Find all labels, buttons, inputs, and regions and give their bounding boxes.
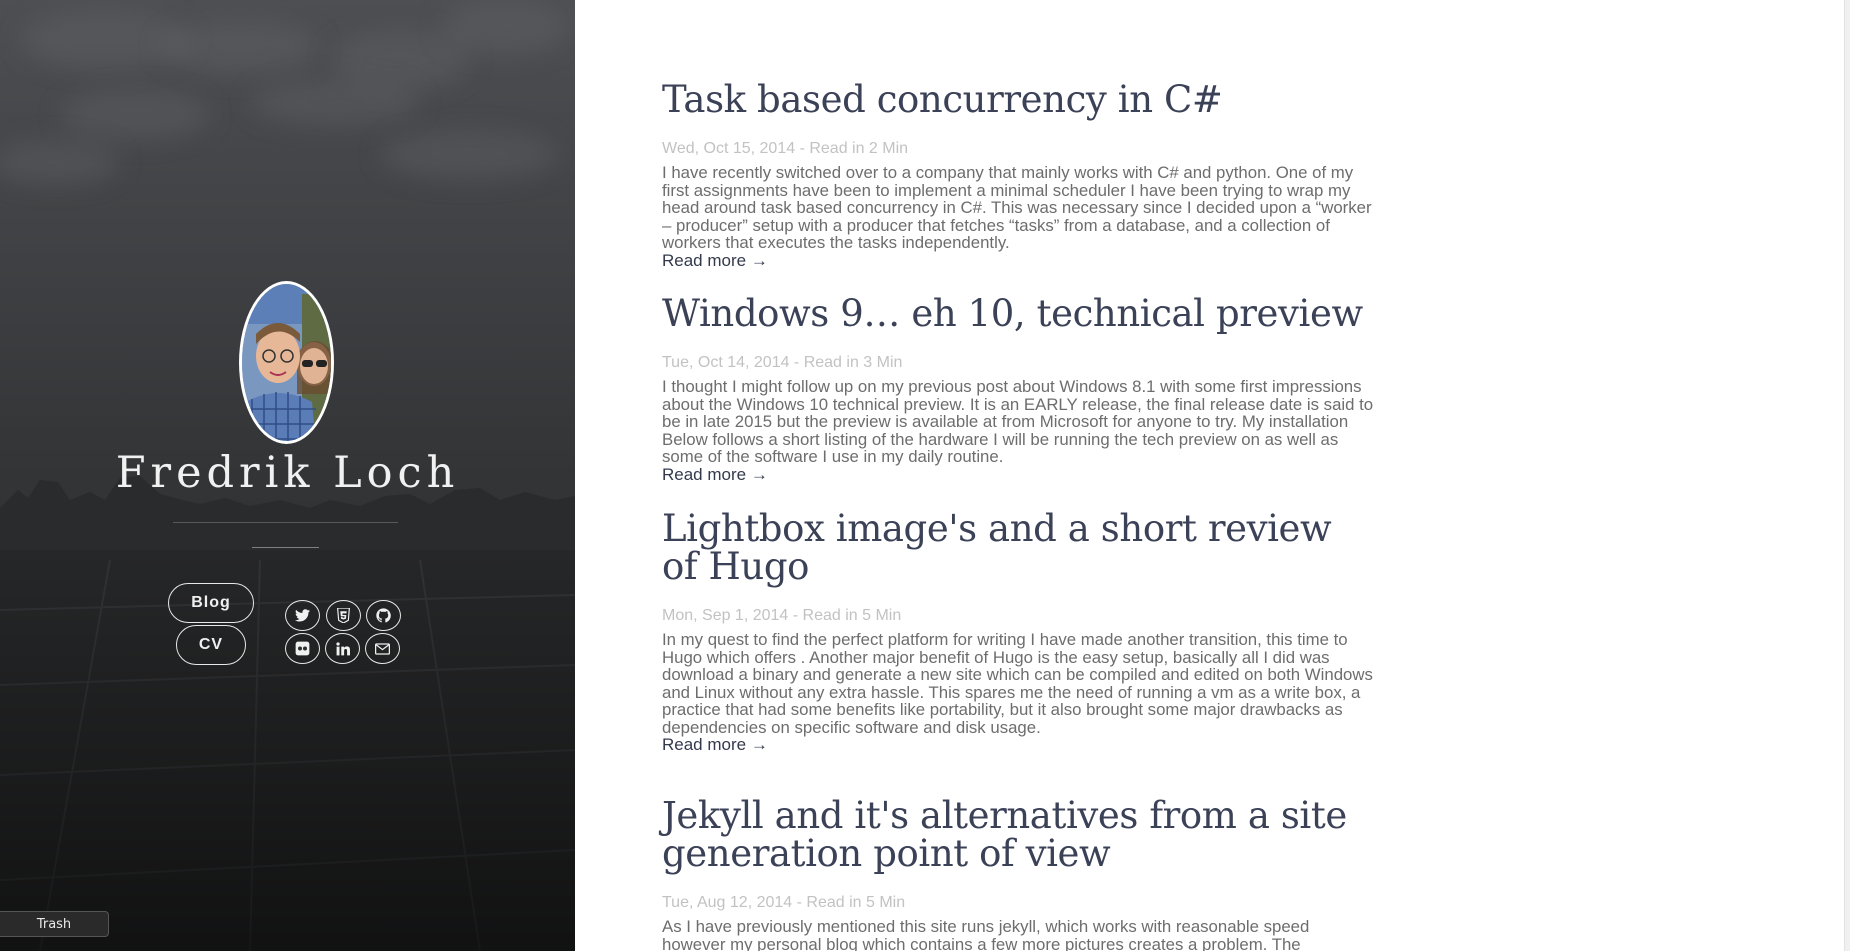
post-excerpt: I have recently switched over to a compa… bbox=[662, 163, 1372, 252]
plaza-background bbox=[0, 476, 575, 951]
divider-short bbox=[252, 547, 319, 548]
post-meta: Tue, Aug 12, 2014 - Read in 5 Min bbox=[662, 894, 906, 911]
email-icon[interactable] bbox=[365, 633, 400, 664]
twitter-icon[interactable] bbox=[285, 600, 320, 631]
linkedin-icon[interactable] bbox=[325, 633, 360, 664]
sidebar: Fredrik Loch Blog CV Trash bbox=[0, 0, 575, 951]
read-more-link[interactable]: Read more → bbox=[662, 465, 1375, 484]
post-meta: Tue, Oct 14, 2014 - Read in 3 Min bbox=[662, 354, 903, 371]
post-title[interactable]: Task based concurrency in C# bbox=[662, 81, 1375, 119]
trash-button[interactable]: Trash bbox=[0, 911, 109, 937]
post-title[interactable]: Jekyll and it's alternatives from a site… bbox=[662, 797, 1375, 873]
post-item: Task based concurrency in C# Wed, Oct 15… bbox=[662, 81, 1375, 270]
post-title[interactable]: Windows 9… eh 10, technical preview bbox=[662, 295, 1375, 333]
post-list: Task based concurrency in C# Wed, Oct 15… bbox=[575, 0, 1850, 951]
post-item: Jekyll and it's alternatives from a site… bbox=[662, 797, 1375, 951]
avatar bbox=[239, 281, 334, 444]
post-meta: Wed, Oct 15, 2014 - Read in 2 Min bbox=[662, 140, 909, 157]
page-scrollbar[interactable] bbox=[1844, 0, 1850, 951]
github-icon[interactable] bbox=[366, 600, 401, 631]
nav-blog-button[interactable]: Blog bbox=[168, 583, 254, 623]
post-excerpt: I thought I might follow up on my previo… bbox=[662, 377, 1374, 466]
read-more-link[interactable]: Read more → bbox=[662, 736, 1375, 754]
nav-cv-button[interactable]: CV bbox=[176, 625, 246, 665]
post-excerpt: As I have previously mentioned this site… bbox=[662, 917, 1310, 951]
post-item: Lightbox image's and a short review of H… bbox=[662, 510, 1375, 754]
site-owner-name: Fredrik Loch bbox=[115, 448, 460, 498]
read-more-link[interactable]: Read more → bbox=[662, 251, 1375, 270]
flickr-icon[interactable] bbox=[285, 633, 320, 664]
post-excerpt: In my quest to find the perfect platform… bbox=[662, 630, 1373, 737]
post-item: Windows 9… eh 10, technical preview Tue,… bbox=[662, 295, 1375, 484]
html5-icon[interactable] bbox=[326, 600, 361, 631]
post-meta: Mon, Sep 1, 2014 - Read in 5 Min bbox=[662, 607, 902, 624]
post-title[interactable]: Lightbox image's and a short review of H… bbox=[662, 510, 1375, 586]
divider bbox=[173, 522, 398, 523]
